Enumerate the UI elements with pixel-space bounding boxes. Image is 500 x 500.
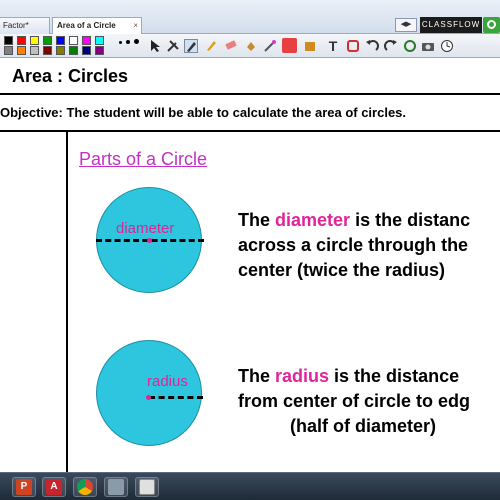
definition-line: The diameter is the distanc	[238, 210, 471, 230]
color-swatch[interactable]	[95, 46, 104, 55]
color-swatch[interactable]	[30, 36, 39, 45]
color-swatch[interactable]	[56, 36, 65, 45]
tab-factor[interactable]: Factor*	[0, 17, 50, 34]
color-swatch[interactable]	[4, 46, 13, 55]
reset-icon[interactable]	[346, 39, 360, 53]
tab-label: Factor*	[3, 21, 29, 30]
clock-icon[interactable]	[440, 39, 454, 53]
definition-line: from center of circle to edg	[238, 391, 471, 411]
powerpoint-icon[interactable]: P	[16, 479, 32, 495]
tab-bar: Factor* Area of a Circle × ◀▶ CLASSFLOW	[0, 0, 500, 34]
tab-scroll-button[interactable]: ◀▶	[395, 18, 417, 32]
page-title: Area : Circles	[12, 66, 129, 86]
color-swatch[interactable]	[4, 36, 13, 45]
color-swatch[interactable]	[17, 36, 26, 45]
tab-label: Area of a Circle	[57, 21, 116, 30]
toolbar: T	[0, 34, 500, 58]
refresh-icon[interactable]	[403, 39, 417, 53]
diameter-label: diameter	[116, 220, 175, 237]
color-swatch[interactable]	[43, 36, 52, 45]
color-swatch[interactable]	[56, 46, 65, 55]
color-swatch[interactable]	[82, 36, 91, 45]
radius-line	[149, 396, 203, 399]
radius-definition: The radius is the distance from center o…	[238, 364, 470, 439]
definition-line: The radius is the distance	[238, 366, 460, 386]
pen-size-small-icon[interactable]	[119, 41, 122, 44]
color-swatch[interactable]	[69, 46, 78, 55]
definition-line: center (twice the radius)	[238, 260, 446, 280]
objective-text: Objective: The student will be able to c…	[0, 105, 407, 120]
connector-icon[interactable]	[303, 39, 317, 53]
diameter-highlight: diameter	[275, 210, 351, 230]
radius-highlight: radius	[275, 366, 330, 386]
diameter-definition: The diameter is the distanc across a cir…	[238, 208, 470, 283]
pen-size-medium-icon[interactable]	[126, 40, 130, 44]
taskbar: P A	[0, 472, 500, 500]
text-icon[interactable]: T	[326, 39, 340, 53]
highlighter-icon[interactable]	[204, 39, 218, 53]
undo-icon[interactable]	[365, 39, 379, 53]
activinspire-window-icon[interactable]	[139, 479, 155, 495]
close-icon[interactable]: ×	[133, 18, 138, 34]
color-swatch[interactable]	[95, 36, 104, 45]
explorer-icon[interactable]	[108, 479, 124, 495]
radius-circle[interactable]	[96, 340, 202, 446]
select-arrow-icon[interactable]	[148, 39, 162, 53]
activinspire-icon[interactable]: A	[46, 479, 62, 495]
eraser-icon[interactable]	[224, 39, 238, 53]
tools-icon[interactable]	[166, 39, 180, 53]
pen-icon[interactable]	[184, 39, 198, 53]
radius-label: radius	[147, 373, 188, 390]
center-point	[147, 238, 152, 243]
color-swatch[interactable]	[82, 46, 91, 55]
fill-icon[interactable]	[244, 39, 258, 53]
classflow-power-icon[interactable]	[483, 17, 500, 33]
classflow-button[interactable]: CLASSFLOW	[420, 17, 482, 33]
objective-row: Objective: The student will be able to c…	[0, 95, 500, 132]
color-swatch[interactable]	[30, 46, 39, 55]
redo-icon[interactable]	[384, 39, 398, 53]
chrome-icon[interactable]	[77, 479, 93, 495]
title-row: Area : Circles	[0, 58, 500, 95]
color-swatch[interactable]	[43, 46, 52, 55]
pen-size-large-icon[interactable]	[134, 39, 139, 44]
camera-icon[interactable]	[421, 39, 435, 53]
center-point	[146, 395, 151, 400]
section-title: Parts of a Circle	[79, 149, 208, 169]
tab-area-of-a-circle[interactable]: Area of a Circle ×	[52, 17, 142, 34]
column-divider	[66, 132, 68, 472]
shape-icon[interactable]	[282, 38, 297, 53]
definition-line: (half of diameter)	[290, 416, 437, 436]
color-swatch[interactable]	[69, 36, 78, 45]
magic-pen-icon[interactable]	[263, 39, 277, 53]
color-swatch[interactable]	[17, 46, 26, 55]
definition-line: across a circle through the	[238, 235, 469, 255]
